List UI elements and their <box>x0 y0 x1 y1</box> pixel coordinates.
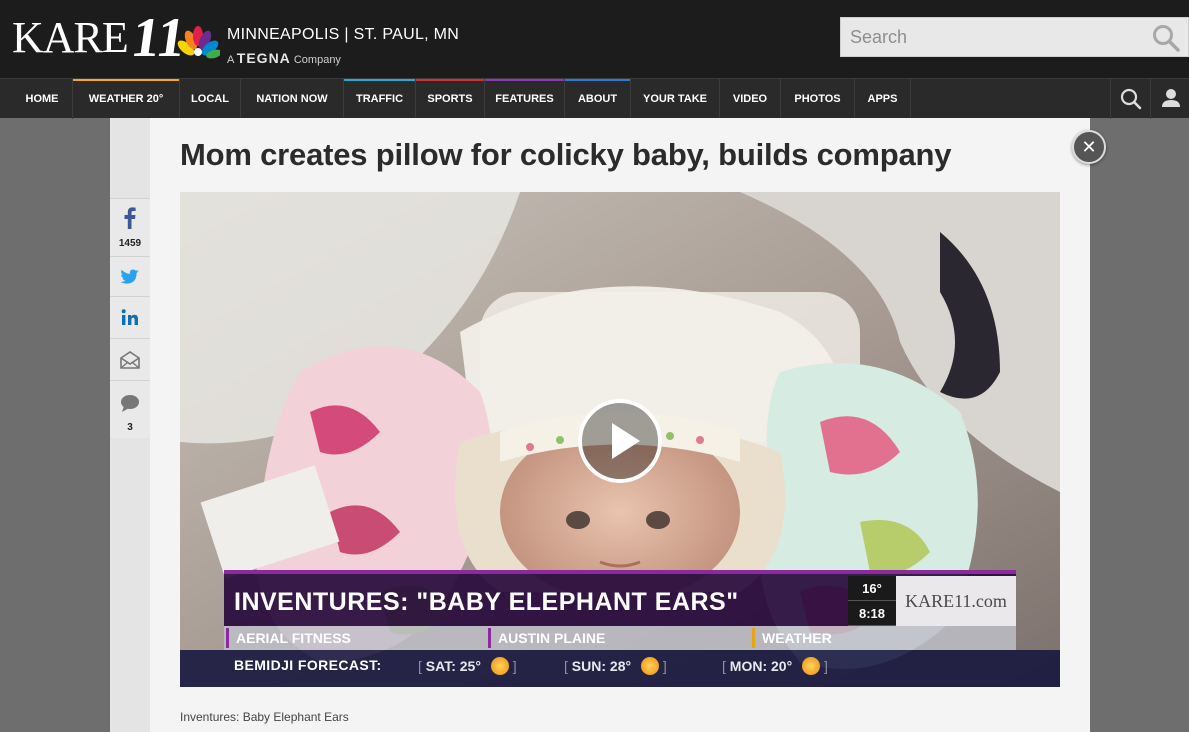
play-button[interactable] <box>578 399 662 483</box>
forecast-day: [ SAT: 25° ] <box>418 657 517 675</box>
forecast-day: [ SUN: 28° ] <box>564 657 667 675</box>
search-icon[interactable] <box>1152 24 1180 52</box>
location-label: MINNEAPOLIS | ST. PAUL, MN <box>227 26 460 43</box>
nav-search-button[interactable] <box>1110 79 1150 119</box>
facebook-share-count: 1459 <box>118 238 142 249</box>
facebook-icon <box>124 207 136 229</box>
forecast-day: [ MON: 20° ] <box>722 657 828 675</box>
ticker-item: WEATHER <box>752 626 1016 650</box>
ticker-bar: AERIAL FITNESS AUSTIN PLAINE WEATHER <box>224 626 1016 650</box>
temp-time-box: 16° 8:18 <box>848 576 896 626</box>
nav-user-button[interactable] <box>1150 79 1189 119</box>
user-icon <box>1162 89 1180 107</box>
search-box <box>840 17 1189 57</box>
nav-home[interactable]: HOME <box>12 79 73 119</box>
linkedin-share-button[interactable] <box>110 296 150 338</box>
ticker-item: AUSTIN PLAINE <box>488 626 752 650</box>
temperature: 16° <box>848 576 896 601</box>
search-input[interactable] <box>841 18 1141 56</box>
share-rail: 1459 3 <box>110 118 150 732</box>
comments-count: 3 <box>127 422 133 433</box>
logo-text: KARE <box>12 13 129 62</box>
email-share-button[interactable] <box>110 338 150 380</box>
nav-local[interactable]: LOCAL <box>180 79 241 119</box>
sun-icon <box>802 657 821 675</box>
twitter-icon <box>120 269 139 284</box>
nav-weather[interactable]: WEATHER 20° <box>73 79 180 119</box>
forecast-label: BEMIDJI FORECAST: <box>234 657 382 673</box>
partly-cloudy-icon <box>640 657 659 675</box>
nav-video[interactable]: VIDEO <box>720 79 781 119</box>
nbc-peacock-icon <box>177 26 220 59</box>
channel-logo: KARE11.com <box>896 576 1016 626</box>
kare11-logo[interactable]: KARE 11 <box>12 7 189 69</box>
sun-icon <box>490 657 509 675</box>
linkedin-icon <box>121 309 138 325</box>
email-icon <box>120 351 140 369</box>
comment-icon <box>121 395 139 412</box>
forecast-bar: BEMIDJI FORECAST: [ SAT: 25° ] [ SUN: 28… <box>180 650 1060 687</box>
lower-third: INVENTURES: "BABY ELEPHANT EARS" 16° 8:1… <box>224 570 1016 626</box>
nav-sports[interactable]: SPORTS <box>416 79 485 119</box>
play-icon <box>612 423 640 459</box>
video-caption: Inventures: Baby Elephant Ears <box>180 710 349 724</box>
site-header: KARE 11 MINNEAPOLIS | ST. PAUL, MN A TEG… <box>0 0 1189 78</box>
article-headline: Mom creates pillow for colicky baby, bui… <box>180 137 952 172</box>
nav-nation-now[interactable]: NATION NOW <box>241 79 344 119</box>
nav-your-take[interactable]: YOUR TAKE <box>631 79 720 119</box>
nav-about[interactable]: ABOUT <box>565 79 631 119</box>
close-button[interactable]: ✕ <box>1072 130 1106 164</box>
ticker-item: AERIAL FITNESS <box>226 626 488 650</box>
nav-features[interactable]: FEATURES <box>485 79 565 119</box>
close-icon: ✕ <box>1081 137 1097 157</box>
search-icon <box>1120 88 1142 110</box>
facebook-share-button[interactable]: 1459 <box>110 198 150 256</box>
comments-button[interactable]: 3 <box>110 380 150 438</box>
main-nav: HOME WEATHER 20° LOCAL NATION NOW TRAFFI… <box>0 78 1189 119</box>
nav-apps[interactable]: APPS <box>855 79 911 119</box>
twitter-share-button[interactable] <box>110 256 150 296</box>
nav-traffic[interactable]: TRAFFIC <box>344 79 416 119</box>
time: 8:18 <box>848 601 896 626</box>
tegna-tagline: A TEGNA Company <box>227 50 341 66</box>
lower-third-title: INVENTURES: "BABY ELEPHANT EARS" <box>234 588 739 616</box>
nav-photos[interactable]: PHOTOS <box>781 79 855 119</box>
